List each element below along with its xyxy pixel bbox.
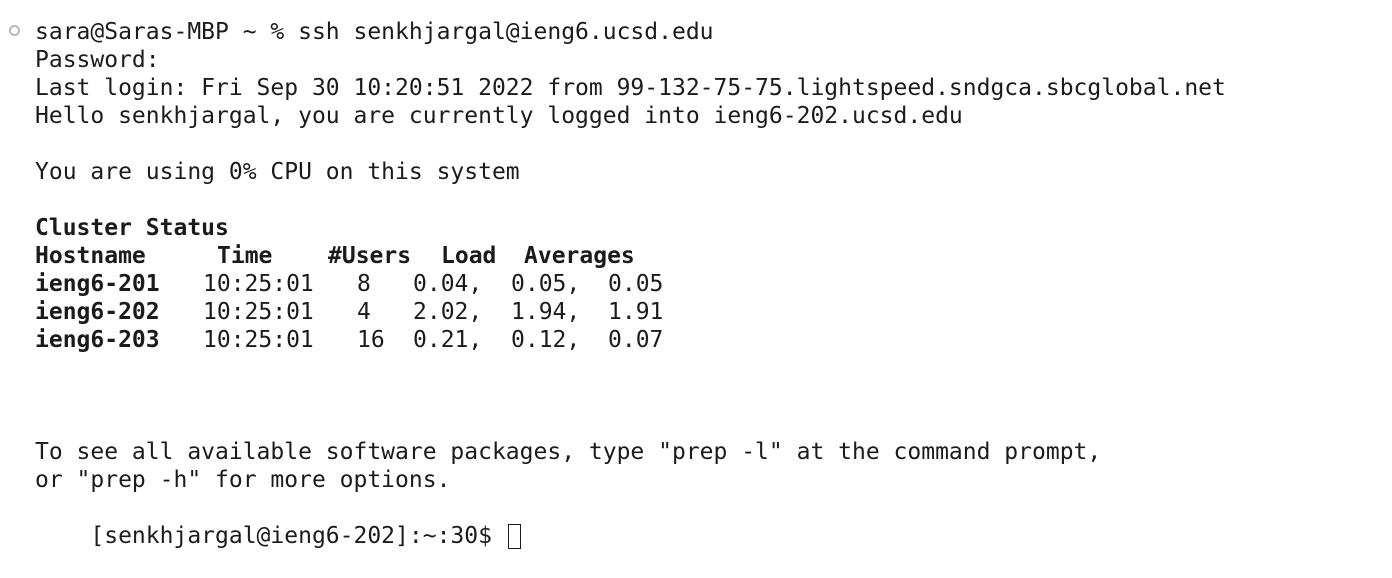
row-load-5: 1.94,	[511, 299, 581, 325]
hello-line: Hello senkhjargal, you are currently log…	[35, 103, 963, 129]
header-load: Load	[441, 243, 497, 269]
row-users: 4	[357, 299, 371, 325]
row-load-1: 0.21,	[413, 327, 483, 353]
row-time: 10:25:01	[203, 271, 314, 297]
last-login-line: Last login: Fri Sep 30 10:20:51 2022 fro…	[35, 75, 1226, 101]
row-load-1: 0.04,	[413, 271, 483, 297]
row-load-5: 0.12,	[511, 327, 581, 353]
table-row: ieng6-202 10:25:01 4 2.02, 1.94, 1.91	[35, 298, 735, 326]
prep-info-line-1: To see all available software packages, …	[35, 439, 1102, 465]
cpu-usage-line: You are using 0% CPU on this system	[35, 159, 520, 185]
shell-prompt: [senkhjargal@ieng6-202]:~:30$	[90, 523, 506, 549]
row-hostname: ieng6-203	[35, 327, 160, 353]
command-marker-icon	[9, 25, 20, 36]
row-time: 10:25:01	[203, 299, 314, 325]
row-load-5: 0.05,	[511, 271, 581, 297]
row-time: 10:25:01	[203, 327, 314, 353]
command-line: sara@Saras-MBP ~ % ssh senkhjargal@ieng6…	[35, 19, 714, 45]
cluster-status-title: Cluster Status	[35, 215, 229, 241]
row-load-15: 1.91	[608, 299, 664, 325]
row-load-1: 2.02,	[413, 299, 483, 325]
row-load-15: 0.05	[608, 271, 664, 297]
table-row: ieng6-201 10:25:01 8 0.04, 0.05, 0.05	[35, 270, 735, 298]
header-users: #Users	[328, 243, 412, 269]
shell-prompt-line[interactable]: [senkhjargal@ieng6-202]:~:30$	[35, 494, 521, 549]
row-users: 8	[357, 271, 371, 297]
header-hostname: Hostname	[35, 243, 146, 269]
row-load-15: 0.07	[608, 327, 664, 353]
password-prompt: Password:	[35, 47, 160, 73]
row-hostname: ieng6-202	[35, 299, 160, 325]
table-row: ieng6-203 10:25:01 16 0.21, 0.12, 0.07	[35, 326, 735, 354]
row-users: 16	[357, 327, 385, 353]
prep-info-line-2: or "prep -h" for more options.	[35, 467, 451, 493]
header-averages: Averages	[524, 243, 635, 269]
cluster-header-row: Hostname Time #Users Load Averages	[35, 242, 735, 270]
row-hostname: ieng6-201	[35, 271, 160, 297]
block-cursor-icon[interactable]	[507, 524, 521, 549]
terminal-window[interactable]: sara@Saras-MBP ~ % ssh senkhjargal@ieng6…	[0, 0, 1392, 554]
header-time: Time	[217, 243, 273, 269]
